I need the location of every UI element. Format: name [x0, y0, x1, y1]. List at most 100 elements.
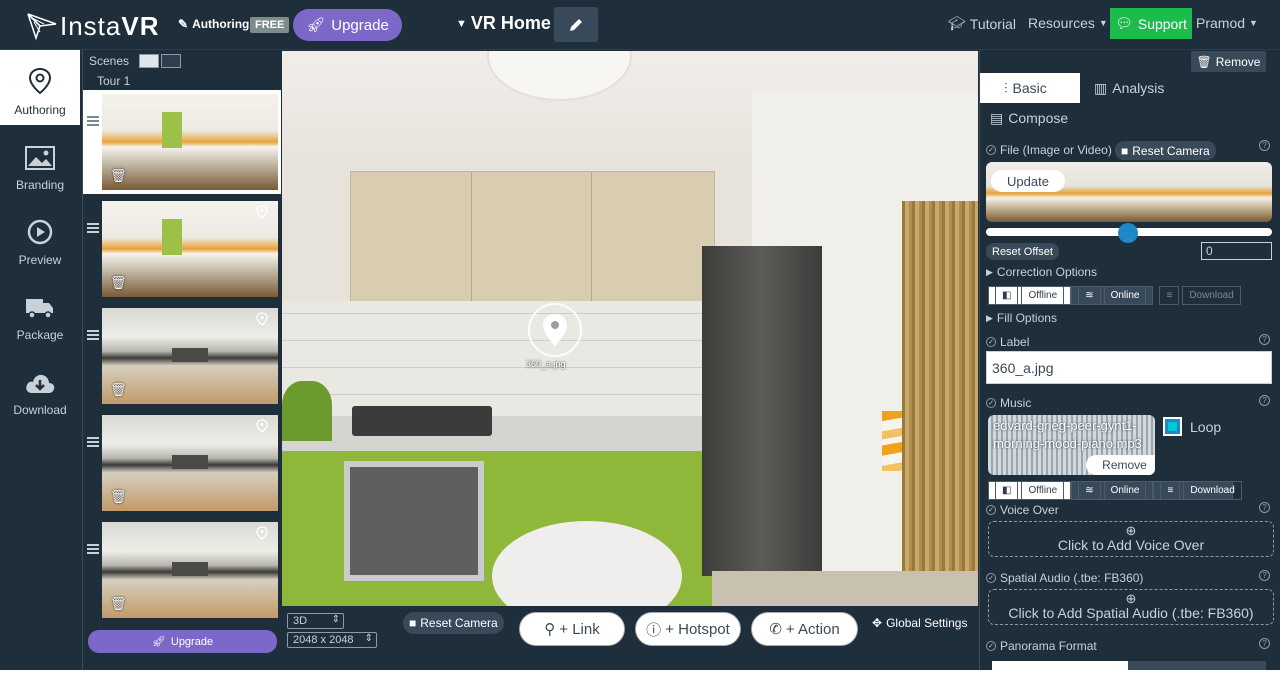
- voice-over-dropzone[interactable]: ⊕ Click to Add Voice Over: [988, 521, 1274, 557]
- upgrade-button[interactable]: 🚀︎ Upgrade: [293, 9, 402, 41]
- tab-basic[interactable]: ⫶ Basic: [980, 73, 1080, 103]
- online-label: Online: [1103, 481, 1147, 500]
- project-title-dropdown[interactable]: ▼ VR Home: [456, 13, 551, 34]
- nav-item-branding[interactable]: Branding: [0, 125, 80, 200]
- panorama-format-section-title: ✓ Panorama Format: [986, 639, 1097, 653]
- cloud-download-icon: [26, 374, 55, 393]
- image-icon: [25, 146, 55, 170]
- scene-thumbnail[interactable]: 🗑︎: [102, 522, 278, 618]
- check-circle-icon: ✓: [986, 641, 996, 651]
- download-option[interactable]: ≡ Download: [1153, 481, 1242, 500]
- tutorial-link[interactable]: 🎓︎ Tutorial: [948, 15, 1016, 32]
- nav-item-package[interactable]: Package: [0, 275, 80, 350]
- reset-camera-button[interactable]: ■ Reset Camera: [1115, 141, 1216, 160]
- caret-right-icon: ▶: [986, 312, 993, 323]
- tab-compose[interactable]: ▤ Compose: [990, 103, 1068, 133]
- trash-icon[interactable]: 🗑︎: [110, 489, 127, 505]
- location-pin-icon: [256, 205, 268, 219]
- user-menu[interactable]: Pramod ▼: [1196, 15, 1258, 31]
- tutorial-label: Tutorial: [969, 15, 1016, 32]
- drag-handle-icon[interactable]: [87, 116, 99, 126]
- drag-handle-icon[interactable]: [87, 223, 99, 233]
- correction-source-toggle: ◧ Offline ≋ Online ≡ Download: [988, 286, 1247, 305]
- reset-offset-button[interactable]: Reset Offset: [986, 243, 1059, 260]
- fill-options-label: Fill Options: [996, 311, 1057, 325]
- music-section-label: Music: [1000, 396, 1032, 410]
- global-settings-button[interactable]: ✥ Global Settings: [872, 616, 967, 630]
- music-section-title: ✓ Music: [986, 396, 1031, 410]
- reset-camera-label: Reset Camera: [1132, 143, 1210, 158]
- online-option[interactable]: ≋ Online: [1071, 481, 1154, 500]
- correction-options-toggle[interactable]: ▶ Correction Options: [986, 265, 1097, 279]
- offset-input[interactable]: [1201, 242, 1272, 260]
- help-icon[interactable]: ?: [1259, 140, 1270, 151]
- nav-item-preview[interactable]: Preview: [0, 200, 80, 275]
- drag-handle-icon[interactable]: [87, 437, 99, 447]
- tab-analysis-label: Analysis: [1112, 80, 1165, 96]
- resolution-select[interactable]: 2048 x 2048: [287, 632, 377, 648]
- spatial-audio-dropzone[interactable]: ⊕ Click to Add Spatial Audio (.tbe: FB36…: [988, 589, 1274, 625]
- caret-right-icon: ▶: [986, 266, 993, 277]
- grid-view-icon[interactable]: [139, 54, 160, 68]
- update-file-button[interactable]: Update: [991, 170, 1065, 192]
- tab-analysis[interactable]: ▥ Analysis: [1094, 73, 1164, 103]
- nav-item-download[interactable]: Download: [0, 350, 80, 425]
- help-icon[interactable]: ?: [1259, 395, 1270, 406]
- scene-label-input[interactable]: [986, 351, 1272, 384]
- support-button[interactable]: 💬︎ Support: [1110, 8, 1192, 39]
- nav-item-authoring[interactable]: Authoring: [0, 50, 80, 125]
- scenes-title: Scenes: [89, 54, 130, 68]
- download-option[interactable]: ≡ Download: [1153, 286, 1246, 305]
- scene-thumbnail[interactable]: 🗑︎: [102, 308, 278, 404]
- scene-item[interactable]: 🗑︎: [83, 518, 281, 622]
- scene-item[interactable]: 🗑︎: [83, 411, 281, 515]
- offline-option[interactable]: ◧ Offline: [988, 481, 1072, 500]
- panorama-format-toggle[interactable]: [992, 661, 1266, 670]
- drag-handle-icon[interactable]: [87, 330, 99, 340]
- loop-checkbox[interactable]: [1163, 417, 1182, 436]
- resources-label: Resources: [1028, 15, 1095, 31]
- instavr-logo[interactable]: InstaVR: [26, 10, 160, 42]
- help-icon[interactable]: ?: [1259, 334, 1270, 345]
- panorama-viewer[interactable]: 360_a.jpg: [282, 51, 978, 606]
- scene-thumbnail[interactable]: 🗑︎: [102, 94, 278, 190]
- remove-music-button[interactable]: Remove: [1086, 455, 1155, 475]
- offline-option[interactable]: ◧ Offline: [988, 286, 1072, 305]
- check-circle-icon: ✓: [986, 505, 996, 515]
- fill-options-toggle[interactable]: ▶ Fill Options: [986, 311, 1057, 325]
- add-action-button[interactable]: ✆ + Action: [751, 612, 858, 646]
- scene-item[interactable]: 🗑︎: [83, 304, 281, 408]
- upgrade-button[interactable]: 🚀︎ Upgrade: [88, 630, 277, 653]
- scene-thumbnail[interactable]: 🗑︎: [102, 415, 278, 511]
- file-thumbnail: Update: [986, 162, 1272, 222]
- help-icon[interactable]: ?: [1259, 570, 1270, 581]
- add-hotspot-button[interactable]: ⓘ + Hotspot: [635, 612, 741, 646]
- trash-icon[interactable]: 🗑︎: [110, 382, 127, 398]
- trash-icon[interactable]: 🗑︎: [110, 275, 127, 291]
- scene-countertop: [282, 416, 722, 452]
- scene-item[interactable]: 🗑︎: [83, 197, 281, 301]
- list-view-icon[interactable]: [161, 54, 182, 68]
- resources-menu[interactable]: Resources ▼: [1028, 15, 1108, 31]
- offset-slider-handle[interactable]: [1118, 223, 1138, 243]
- help-icon[interactable]: ?: [1259, 502, 1270, 513]
- stereo-mode-select[interactable]: 3D: [287, 613, 344, 629]
- plus-circle-icon: ⊕: [1125, 591, 1137, 606]
- trash-icon[interactable]: 🗑︎: [110, 168, 127, 184]
- online-option[interactable]: ≋ Online: [1071, 286, 1154, 305]
- check-circle-icon: ✓: [986, 573, 996, 583]
- scene-upper-cabinets: [350, 171, 715, 317]
- edit-project-button[interactable]: [554, 7, 598, 42]
- scene-thumbnail[interactable]: 🗑︎: [102, 201, 278, 297]
- scene-hotspot[interactable]: [528, 303, 582, 357]
- trash-icon[interactable]: 🗑︎: [110, 596, 127, 612]
- reset-camera-button[interactable]: ■ Reset Camera: [403, 612, 504, 634]
- check-circle-icon: ✓: [986, 337, 996, 347]
- drag-handle-icon[interactable]: [87, 544, 99, 554]
- add-link-button[interactable]: ⚲ + Link: [519, 612, 625, 646]
- remove-scene-button[interactable]: 🗑︎ Remove: [1191, 51, 1266, 72]
- scene-item[interactable]: 🗑︎: [83, 90, 281, 194]
- format-option-selected[interactable]: [992, 661, 1128, 670]
- help-icon[interactable]: ?: [1259, 638, 1270, 649]
- video-camera-icon: ■: [1121, 143, 1129, 158]
